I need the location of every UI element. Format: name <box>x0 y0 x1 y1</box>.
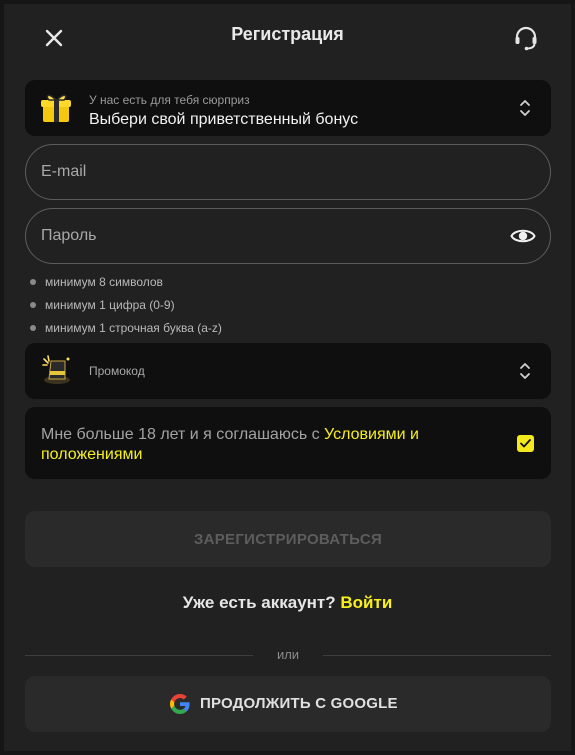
bullet-icon <box>30 302 36 308</box>
google-icon <box>170 694 190 714</box>
register-button[interactable]: ЗАРЕГИСТРИРОВАТЬСЯ <box>25 511 551 567</box>
google-signin-button[interactable]: ПРОДОЛЖИТЬ С GOOGLE <box>25 676 551 732</box>
registration-modal: Регистрация У нас есть для тебя сюрприз … <box>0 0 575 755</box>
password-field[interactable] <box>25 208 551 264</box>
rule-text: минимум 1 цифра (0-9) <box>45 298 175 312</box>
rule-text: минимум 1 строчная буква (a-z) <box>45 321 222 335</box>
bullet-icon <box>30 279 36 285</box>
check-icon <box>520 439 531 448</box>
rule-text: минимум 8 символов <box>45 275 163 289</box>
headset-icon[interactable] <box>512 24 540 52</box>
login-prompt: Уже есть аккаунт? Войти <box>4 593 571 613</box>
consent-label: Мне больше 18 лет и я соглашаюсь с <box>41 426 325 443</box>
terms-consent: Мне больше 18 лет и я соглашаюсь с Услов… <box>25 407 551 479</box>
chevron-up-down-icon <box>519 98 531 118</box>
page-title: Регистрация <box>231 24 344 44</box>
email-input[interactable] <box>26 145 550 199</box>
chevron-up-down-icon <box>519 361 531 381</box>
magic-hat-icon <box>39 353 73 387</box>
consent-text: Мне больше 18 лет и я соглашаюсь с Услов… <box>41 425 481 465</box>
promo-code-select[interactable]: Промокод <box>25 343 551 399</box>
bullet-icon <box>30 325 36 331</box>
gift-icon <box>39 90 73 124</box>
bonus-select[interactable]: У нас есть для тебя сюрприз Выбери свой … <box>25 80 551 136</box>
password-rule: минимум 8 символов <box>30 274 222 297</box>
password-rule: минимум 1 строчная буква (a-z) <box>30 320 222 343</box>
login-text: Уже есть аккаунт? <box>182 593 336 612</box>
divider-line <box>323 655 551 656</box>
promo-code-label: Промокод <box>89 364 145 378</box>
eye-icon[interactable] <box>510 225 536 247</box>
terms-checkbox[interactable] <box>517 435 534 452</box>
email-field[interactable] <box>25 144 551 200</box>
bonus-value: Выбери свой приветственный бонус <box>89 111 359 128</box>
password-rules: минимум 8 символов минимум 1 цифра (0-9)… <box>30 274 222 343</box>
login-link[interactable]: Войти <box>340 593 392 612</box>
password-rule: минимум 1 цифра (0-9) <box>30 297 222 320</box>
google-button-label: ПРОДОЛЖИТЬ С GOOGLE <box>200 695 398 712</box>
password-input[interactable] <box>26 209 550 263</box>
modal-header: Регистрация <box>4 4 571 68</box>
or-divider: или <box>25 647 551 662</box>
bonus-caption: У нас есть для тебя сюрприз <box>89 93 250 107</box>
